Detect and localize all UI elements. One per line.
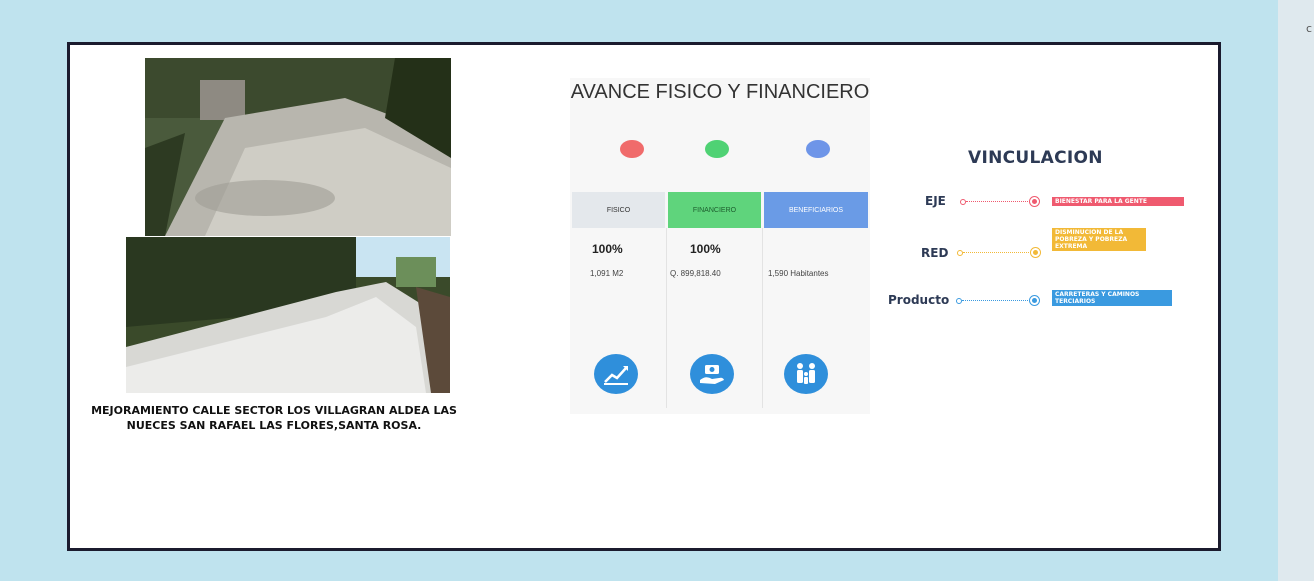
red-dot-indicator [620, 140, 644, 158]
header-beneficiarios: BENEFICIARIOS [764, 192, 868, 228]
producto-target-icon [1029, 295, 1040, 306]
producto-tag: CARRETERAS Y CAMINOS TERCIARIOS [1052, 290, 1172, 306]
fisico-value: 1,091 M2 [590, 269, 624, 278]
financiero-percent: 100% [690, 242, 721, 256]
red-connector [963, 252, 1029, 253]
family-icon [784, 354, 828, 394]
edge-glyph: c [1306, 22, 1313, 35]
red-label: RED [921, 246, 949, 260]
street-photo-top [145, 58, 451, 236]
column-divider [666, 228, 667, 408]
header-financiero: FINANCIERO [668, 192, 761, 228]
vinculacion-title: VINCULACION [968, 148, 1103, 168]
red-target-icon [1030, 247, 1041, 258]
red-tag: DISMINUCION DE LA POBREZA Y POBREZA EXTR… [1052, 228, 1146, 251]
slide-frame: MEJORAMIENTO CALLE SECTOR LOS VILLAGRAN … [67, 42, 1221, 551]
financiero-value: Q. 899,818.40 [670, 269, 721, 278]
producto-start-dot [956, 298, 962, 304]
eje-start-dot [960, 199, 966, 205]
column-divider [762, 228, 763, 408]
street-photo-bottom [126, 237, 450, 393]
eje-target-icon [1029, 196, 1040, 207]
project-caption: MEJORAMIENTO CALLE SECTOR LOS VILLAGRAN … [91, 404, 457, 432]
eje-label: EJE [925, 194, 946, 208]
avance-title: AVANCE FISICO Y FINANCIERO [570, 81, 870, 103]
eje-tag: BIENESTAR PARA LA GENTE [1052, 197, 1184, 206]
eje-connector [966, 201, 1028, 202]
header-fisico: FISICO [572, 192, 665, 228]
red-start-dot [957, 250, 963, 256]
blue-dot-indicator [806, 140, 830, 158]
right-edge-strip [1278, 0, 1314, 581]
growth-chart-icon [594, 354, 638, 394]
producto-connector [962, 300, 1028, 301]
avance-card: AVANCE FISICO Y FINANCIERO FISICO FINANC… [570, 78, 870, 414]
green-dot-indicator [705, 140, 729, 158]
producto-label: Producto [888, 293, 950, 307]
money-hand-icon [690, 354, 734, 394]
fisico-percent: 100% [592, 242, 623, 256]
beneficiarios-value: 1,590 Habitantes [768, 269, 829, 278]
